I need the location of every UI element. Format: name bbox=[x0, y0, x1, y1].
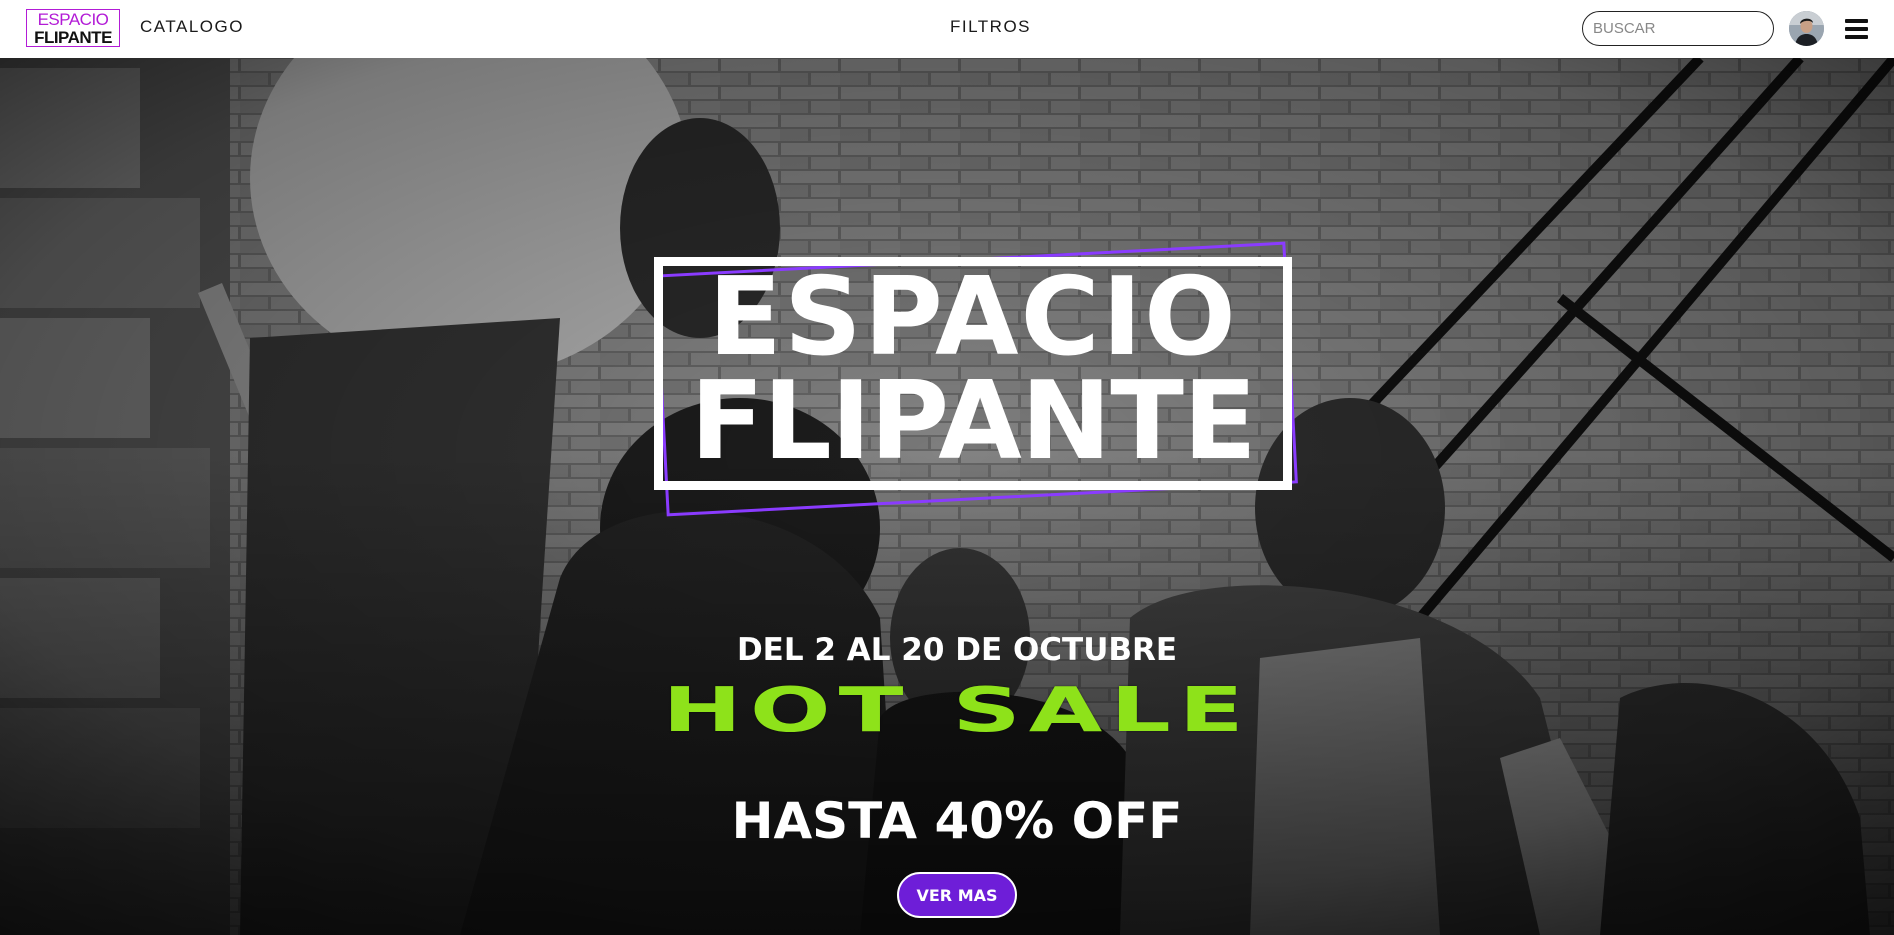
promo-hot-sale-title: HOT SALE bbox=[662, 673, 1252, 746]
hamburger-menu-icon[interactable] bbox=[1845, 19, 1868, 39]
hero-brand-title: ESPACIO FLIPANTE bbox=[663, 255, 1283, 484]
user-avatar-icon[interactable] bbox=[1789, 11, 1824, 46]
nav-catalogo-link[interactable]: CATALOGO bbox=[140, 17, 244, 37]
hero-brand-line-2: FLIPANTE bbox=[690, 358, 1256, 484]
promo-date-text: DEL 2 AL 20 DE OCTUBRE bbox=[736, 632, 1178, 668]
promo-discount-text: HASTA 40% OFF bbox=[731, 792, 1183, 850]
site-header: ESPACIO FLIPANTE CATALOGO FILTROS bbox=[0, 0, 1894, 58]
site-logo[interactable]: ESPACIO FLIPANTE bbox=[26, 9, 120, 47]
logo-line-1: ESPACIO bbox=[37, 9, 109, 29]
logo-line-2: FLIPANTE bbox=[34, 27, 112, 47]
hero-brand-line-1: ESPACIO bbox=[708, 255, 1238, 380]
ver-mas-button[interactable]: VER MAS bbox=[897, 872, 1017, 918]
search-input[interactable] bbox=[1582, 11, 1774, 46]
nav-filtros-link[interactable]: FILTROS bbox=[950, 17, 1031, 37]
